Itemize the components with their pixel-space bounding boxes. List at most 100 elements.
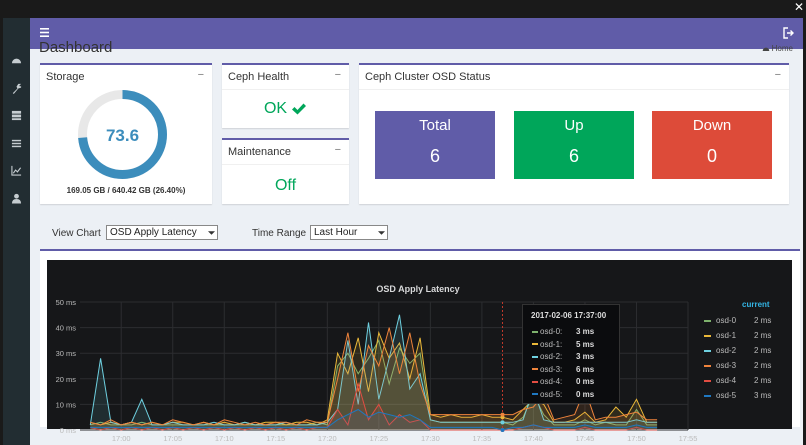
series-swatch bbox=[704, 319, 711, 322]
tooltip-row: osd-3: 6 ms bbox=[532, 364, 594, 374]
ceph-health-title: Ceph Health bbox=[228, 71, 290, 83]
maintenance-collapse-button[interactable]: − bbox=[335, 144, 341, 156]
series-swatch bbox=[532, 380, 538, 383]
tooltip-series-value: 0 ms bbox=[576, 389, 595, 399]
series-swatch bbox=[532, 330, 538, 333]
bars-icon[interactable] bbox=[40, 27, 52, 38]
legend-header: current bbox=[742, 300, 770, 309]
breadcrumb: Home bbox=[762, 44, 793, 53]
divider bbox=[222, 164, 349, 165]
storage-donut: 73.6 bbox=[78, 90, 167, 179]
storage-percent-label: 73.6 bbox=[106, 126, 139, 145]
ceph-health-collapse-button[interactable]: − bbox=[335, 69, 341, 81]
line-chart-icon[interactable] bbox=[9, 163, 24, 177]
legend-series-value: 2 ms bbox=[754, 376, 772, 385]
maintenance-title: Maintenance bbox=[228, 146, 291, 158]
osd-up-label: Up bbox=[564, 117, 584, 134]
osd-status-title: Ceph Cluster OSD Status bbox=[365, 71, 491, 83]
ceph-health-panel: Ceph Health − OK bbox=[222, 63, 349, 128]
check-icon bbox=[292, 103, 307, 115]
tooltip-series-label: osd-1: bbox=[540, 339, 563, 349]
tooltip-row: osd-2: 3 ms bbox=[532, 352, 594, 361]
maintenance-status: Off bbox=[274, 177, 297, 194]
sign-out-icon[interactable] bbox=[783, 27, 795, 39]
osd-up-value: 6 bbox=[568, 146, 579, 166]
tooltip-row: osd-1: 5 ms bbox=[532, 339, 594, 349]
tooltip-series-value: 6 ms bbox=[576, 364, 595, 374]
view-chart-selected-value: OSD Apply Latency bbox=[110, 227, 197, 238]
legend-series-value: 2 ms bbox=[754, 316, 772, 325]
time-range-select[interactable]: Last Hour bbox=[310, 225, 388, 240]
series-swatch bbox=[532, 355, 538, 358]
series-swatch bbox=[704, 364, 711, 367]
divider bbox=[222, 89, 349, 90]
tooltip-row: osd-4: 0 ms bbox=[532, 377, 594, 386]
osd-status-collapse-button[interactable]: − bbox=[775, 69, 781, 81]
legend-series-label: osd-2 bbox=[716, 346, 737, 355]
divider bbox=[359, 89, 789, 90]
sidebar bbox=[3, 18, 30, 445]
tooltip-series-value: 3 ms bbox=[576, 327, 595, 336]
legend-series-value: 2 ms bbox=[754, 346, 772, 355]
osd-status-panel: Ceph Cluster OSD Status − Total 6 Up 6 D… bbox=[359, 63, 789, 204]
legend-item[interactable]: osd-5 3 ms bbox=[704, 391, 771, 400]
list-icon[interactable] bbox=[9, 136, 24, 150]
legend-item[interactable]: osd-0 2 ms bbox=[704, 316, 771, 325]
server-icon[interactable] bbox=[9, 108, 24, 122]
tooltip-series-label: osd-2: bbox=[540, 352, 563, 361]
breadcrumb-home-link[interactable]: Home bbox=[772, 44, 793, 53]
tooltip-row: osd-5: 0 ms bbox=[532, 390, 594, 399]
ceph-health-status: OK bbox=[222, 100, 349, 118]
storage-collapse-button[interactable]: − bbox=[198, 69, 204, 81]
dashboard-icon bbox=[762, 47, 769, 51]
series-swatch bbox=[532, 393, 538, 396]
legend-series-label: osd-5 bbox=[716, 391, 737, 400]
legend-series-label: osd-4 bbox=[716, 376, 737, 385]
storage-title: Storage bbox=[46, 71, 85, 83]
close-window-button[interactable]: ✕ bbox=[794, 0, 804, 14]
wrench-icon[interactable] bbox=[9, 81, 24, 95]
view-chart-select[interactable]: OSD Apply Latency bbox=[106, 225, 218, 240]
tooltip-series-value: 0 ms bbox=[576, 377, 595, 386]
series-swatch bbox=[704, 334, 711, 337]
top-navbar bbox=[30, 18, 803, 49]
series-swatch bbox=[704, 379, 711, 382]
chevron-down-icon bbox=[208, 231, 215, 235]
tooltip-row: osd-0: 3 ms bbox=[532, 327, 594, 336]
legend-series-value: 2 ms bbox=[754, 331, 772, 340]
view-chart-label: View Chart bbox=[52, 228, 101, 239]
legend-item[interactable]: osd-2 2 ms bbox=[704, 346, 771, 355]
series-swatch bbox=[532, 343, 538, 346]
series-swatch bbox=[532, 368, 538, 371]
legend-item[interactable]: osd-3 2 ms bbox=[704, 361, 771, 370]
page-title: Dashboard bbox=[39, 39, 113, 56]
tooltip-series-label: osd-3: bbox=[540, 364, 563, 374]
dashboard-icon[interactable] bbox=[9, 53, 24, 67]
tooltip-series-label: osd-4: bbox=[540, 377, 563, 386]
tooltip-time: 2017-02-06 17:37:00 bbox=[531, 311, 607, 320]
legend-series-label: osd-0 bbox=[716, 316, 737, 325]
osd-up-tile: Up 6 bbox=[514, 111, 634, 179]
chart-background bbox=[47, 260, 792, 429]
legend-series-label: osd-3 bbox=[716, 361, 737, 370]
osd-down-tile: Down 0 bbox=[652, 111, 772, 179]
maintenance-panel: Maintenance − Off bbox=[222, 138, 349, 204]
user-icon[interactable] bbox=[9, 191, 24, 205]
storage-usage-text: 169.05 GB / 640.42 GB (26.40%) bbox=[66, 186, 186, 195]
ceph-health-status-text: OK bbox=[263, 100, 288, 117]
legend-item[interactable]: osd-1 2 ms bbox=[704, 331, 771, 340]
time-range-selected-value: Last Hour bbox=[314, 227, 358, 238]
chart-tooltip: 2017-02-06 17:37:00 osd-0: 3 ms osd-1: 5 ms… bbox=[522, 304, 620, 404]
legend-series-value: 3 ms bbox=[754, 391, 772, 400]
tooltip-series-value: 5 ms bbox=[576, 339, 595, 349]
storage-panel: Storage − 73.6 169.05 GB / 640.42 GB (26… bbox=[40, 63, 212, 204]
osd-total-tile: Total 6 bbox=[375, 111, 495, 179]
osd-down-value: 0 bbox=[706, 146, 717, 166]
time-range-label: Time Range bbox=[252, 228, 307, 239]
tooltip-series-label: osd-0: bbox=[540, 327, 563, 336]
legend-series-label: osd-1 bbox=[716, 331, 737, 340]
legend-item[interactable]: osd-4 2 ms bbox=[704, 376, 771, 385]
osd-down-label: Down bbox=[692, 117, 732, 134]
tooltip-series-value: 3 ms bbox=[576, 352, 595, 361]
series-swatch bbox=[704, 349, 711, 352]
